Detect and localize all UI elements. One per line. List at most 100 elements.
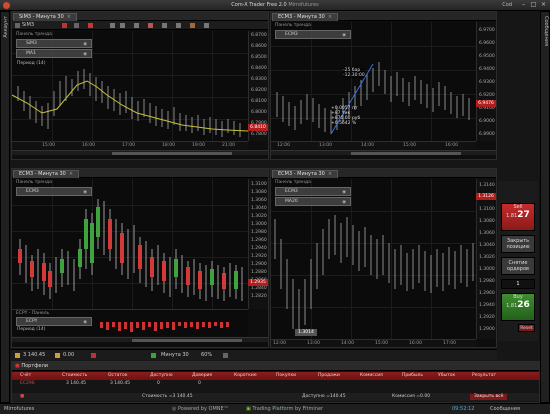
close-tab-icon[interactable]: × <box>69 171 73 177</box>
chart-panel-1: SiM3 - Минута 30 × SiM3 Панель тренда SiM… <box>11 11 269 160</box>
last-price-tag: 6.9476 <box>476 100 496 107</box>
sell-button[interactable]: Sell 1.8127 <box>501 203 535 231</box>
reset-button[interactable]: Reset <box>518 324 535 332</box>
col-available[interactable]: Доступно <box>150 373 173 378</box>
chart-area-3[interactable]: Панель тренда ECM3 ◉ <box>12 179 248 309</box>
close-tab-icon[interactable]: × <box>328 14 332 20</box>
tab-chart-3[interactable]: ECM3 - Минута 30 × <box>13 170 80 178</box>
order-icon[interactable] <box>91 353 96 358</box>
portfolio-columns: Счёт Стоимость Остаток Доступно Доверие … <box>12 372 539 380</box>
qty-value[interactable]: 0.00 <box>63 352 74 359</box>
timeframe-selector[interactable]: Минута 30 <box>161 352 189 359</box>
tab-bar: ECM3 - Минута 30 × <box>271 169 496 178</box>
measure-annotation-values: +0.0057 пт +87 тик +870.00 руб +0.5642 % <box>331 106 361 126</box>
zoom-selector[interactable]: 60% <box>201 352 212 359</box>
histogram-3 <box>100 322 229 332</box>
qty-icon <box>55 353 60 358</box>
tab-label: ECM3 - Минута 30 <box>19 171 66 177</box>
chart-toolbar: SiM3 <box>12 21 268 30</box>
price-axis-3[interactable]: 1.3100 1.3080 1.3060 1.3040 1.3020 1.300… <box>248 179 268 309</box>
fib-icon[interactable] <box>148 23 153 28</box>
cursor-icon[interactable] <box>162 23 167 28</box>
chart-scrollbar-3[interactable] <box>12 337 268 342</box>
settings-icon[interactable] <box>204 23 209 28</box>
layout-icon[interactable] <box>223 353 228 358</box>
chart-type-icon[interactable] <box>62 23 67 28</box>
price-axis-2[interactable]: 6.9700 6.9600 6.9500 6.9400 6.9300 6.920… <box>476 22 496 141</box>
user-name[interactable]: Cod <box>502 2 512 8</box>
buy-price: 1.81 <box>506 303 518 309</box>
text-icon[interactable] <box>134 23 139 28</box>
chart-area-1[interactable]: Панель тренда SiM3 ◉ MA1 ◉ Период (14) <box>12 31 248 141</box>
status-time: 09:52:12 <box>452 406 475 412</box>
side-tab-messages[interactable]: Сообщения <box>540 11 550 403</box>
tab-chart-2[interactable]: ECM3 - Минута 30 × <box>272 13 339 21</box>
last-price-tag: 1.3126 <box>476 193 496 200</box>
symbol-selector[interactable]: SiM3 <box>22 22 34 29</box>
price-axis-1[interactable]: 6.8700 6.8600 6.8500 6.8400 6.8300 6.820… <box>248 31 268 141</box>
minimize-icon[interactable]: – <box>519 2 528 9</box>
col-profit[interactable]: Прибыль <box>402 373 423 378</box>
order-ticket: Sell 1.8127 Закрыть позицию Снятие ордер… <box>498 181 538 341</box>
close-all-button[interactable]: Закрыть всё <box>470 394 508 400</box>
status-bar: Mirrofutures ◎ Powered by OMNE™ ▣ Tradin… <box>0 403 550 414</box>
col-trust[interactable]: Доверие <box>192 373 212 378</box>
tab-label: ECM3 - Минута 30 <box>278 14 325 20</box>
col-sells[interactable]: Продажи <box>318 373 340 378</box>
portfolio-title: ■ Портфели <box>15 363 49 369</box>
buy-button[interactable]: Buy 1.8126 <box>501 293 535 321</box>
side-tab-account-label: Аккаунт <box>3 16 9 38</box>
symbol-icon <box>15 23 20 28</box>
table-row[interactable]: EC296 3 140.45 3 140.45 0 0 <box>12 380 539 388</box>
platform-label: ▣ Trading Platform by Fitminer <box>246 406 324 412</box>
line-icon[interactable] <box>120 23 125 28</box>
indicator-icon[interactable] <box>88 23 93 28</box>
sell-price: 1.81 <box>506 213 518 219</box>
col-buys[interactable]: Покупки <box>276 373 296 378</box>
chart-area-4[interactable]: Панель тренда ECM3 ◉ МА20 ◉ 1.3014 <box>271 179 476 339</box>
close-tab-icon[interactable]: × <box>67 14 71 20</box>
close-tab-icon[interactable]: × <box>328 171 332 177</box>
crosshair-icon[interactable] <box>176 23 181 28</box>
close-icon[interactable]: × <box>539 2 548 9</box>
alert-icon[interactable] <box>190 23 195 28</box>
price-axis-4[interactable]: 1.3140 1.3120 1.3100 1.3080 1.3060 1.304… <box>476 179 496 339</box>
sell-price-big: 27 <box>517 210 530 220</box>
status-messages[interactable]: Сообщения <box>490 406 520 412</box>
chart-scrollbar-1[interactable] <box>12 150 268 155</box>
chart-area-2[interactable]: Панель тренда ECM3 ◉ -25 бар -12.30:00 +0… <box>271 22 476 141</box>
close-position-button[interactable]: Закрыть позицию <box>501 235 535 253</box>
col-short[interactable]: Короткие <box>234 373 257 378</box>
col-account[interactable]: Счёт <box>20 373 31 378</box>
indicator-panel-3[interactable]: ECPY - Панель ECPY ◉ Период (14) <box>12 309 248 336</box>
tab-chart-1[interactable]: SiM3 - Минута 30 × <box>13 13 77 21</box>
cancel-orders-button[interactable]: Снятие ордеров <box>501 257 535 275</box>
candles-chart-2 <box>276 62 470 135</box>
quantity-field[interactable]: 1 <box>501 279 535 289</box>
tab-chart-4[interactable]: ECM3 - Минута 30 × <box>272 170 339 178</box>
account-icon <box>15 353 20 358</box>
low-price-marker: 1.3014 <box>295 329 317 336</box>
tab-label: SiM3 - Минута 30 <box>19 14 64 20</box>
col-loss[interactable]: Убыток <box>438 373 455 378</box>
time-axis-4: 12:00 13:00 14:00 15:00 16:00 17:00 <box>271 339 476 347</box>
last-price-tag: 1.2935 <box>248 279 268 286</box>
time-axis-2: 12:00 13:00 14:00 15:00 16:00 <box>271 141 476 149</box>
chart-scrollbar-2[interactable] <box>271 150 496 155</box>
status-broker: Mirrofutures <box>4 406 35 412</box>
side-tab-account[interactable]: Аккаунт <box>0 11 10 403</box>
col-cost[interactable]: Стоимость <box>62 373 87 378</box>
draw-icon[interactable] <box>110 23 115 28</box>
zoom-icon[interactable] <box>74 23 79 28</box>
timeframe-icon <box>151 353 156 358</box>
col-result[interactable]: Результат <box>472 373 496 378</box>
maximize-icon[interactable]: □ <box>529 2 538 9</box>
col-balance[interactable]: Остаток <box>108 373 128 378</box>
account-value[interactable]: 3 140.45 <box>23 352 45 359</box>
app-subtitle: Mirrofutures <box>288 2 319 8</box>
tab-bar: ECM3 - Минута 30 × <box>271 12 496 21</box>
chart-panel-4: ECM3 - Минута 30 × Панель тренда ECM3 ◉ МА… <box>270 168 497 348</box>
summary-available: Доступно =140.45 <box>302 394 346 399</box>
chart-panel-2: ECM3 - Минута 30 × Панель тренда ECM3 ◉ -2… <box>270 11 497 160</box>
col-commission[interactable]: Комиссия <box>360 373 383 378</box>
